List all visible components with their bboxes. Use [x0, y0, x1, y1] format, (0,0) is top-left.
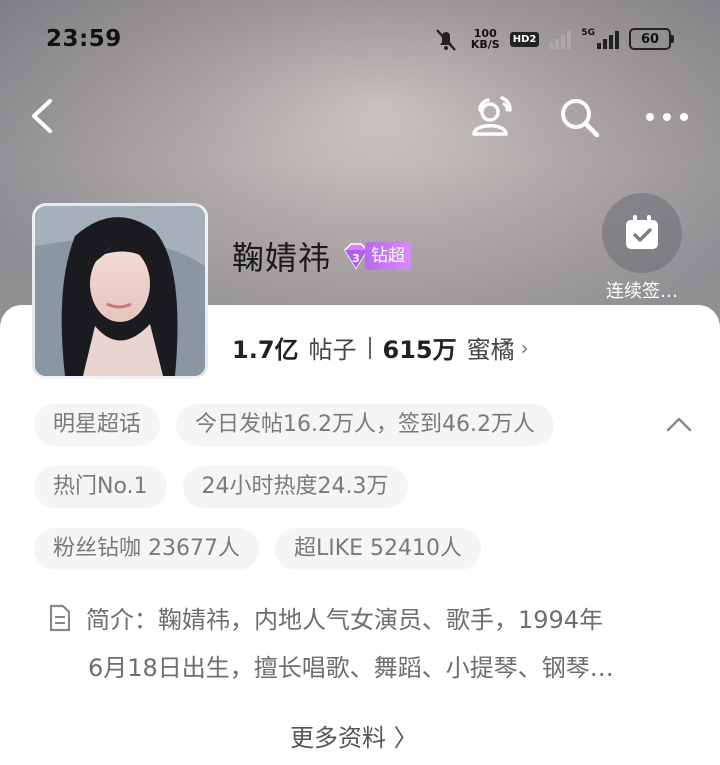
tag-chip[interactable]: 今日发帖16.2万人，签到46.2万人 — [176, 404, 554, 446]
avatar-portrait — [35, 206, 205, 376]
checkin-label: 连续签… — [606, 281, 678, 302]
topic-intro[interactable]: 简介：鞠婧祎，内地人气女演员、歌手，1994年 6月18日出生，擅长唱歌、舞蹈、… — [48, 596, 668, 692]
intro-line: 简介：鞠婧祎，内地人气女演员、歌手，1994年 — [48, 596, 668, 644]
tag-row: 粉丝钻咖 23677人 超LIKE 52410人 — [34, 528, 694, 570]
topic-name: 鞠婧祎 — [232, 239, 332, 277]
mute-bell-icon — [435, 29, 456, 51]
signal-sim2-icon — [597, 29, 619, 49]
status-bar: 23:59 100 KB/S HD2 5G 60 — [0, 20, 720, 64]
more-info-link[interactable]: 更多资料 〉 — [290, 718, 418, 753]
intro-text-line2: 6月18日出生，擅长唱歌、舞蹈、小提琴、钢琴… — [88, 654, 614, 682]
tag-row: 明星超话 今日发帖16.2万人，签到46.2万人 — [34, 404, 694, 446]
search-icon[interactable] — [556, 94, 602, 140]
tag-chip[interactable]: 24小时热度24.3万 — [182, 466, 408, 508]
net-speed: 100 KB/S — [471, 28, 500, 50]
avatar[interactable] — [32, 203, 208, 379]
status-time: 23:59 — [46, 26, 122, 52]
hd-badge: HD2 — [509, 31, 540, 47]
nav-bar — [0, 88, 720, 144]
calendar-check-icon — [626, 215, 658, 249]
topic-tags: 明星超话 今日发帖16.2万人，签到46.2万人 热门No.1 24小时热度24… — [34, 404, 694, 590]
title-row: 鞠婧祎 3 钻超 — [232, 233, 412, 279]
fans-count: 615万 — [382, 336, 457, 364]
more-horizontal-icon[interactable] — [642, 94, 692, 140]
checkin-button[interactable]: 连续签… — [598, 193, 686, 303]
intro-text-line1: 简介：鞠婧祎，内地人气女演员、歌手，1994年 — [86, 606, 604, 634]
battery-icon: 60 — [629, 28, 674, 50]
topic-stats[interactable]: 1.7亿 帖子 615万 蜜橘 › — [232, 330, 529, 365]
chevron-right-icon: › — [520, 335, 529, 360]
net-speed-unit: KB/S — [470, 38, 500, 51]
battery-level: 60 — [629, 28, 671, 50]
back-icon[interactable] — [24, 96, 64, 136]
chevron-up-icon[interactable] — [664, 410, 694, 440]
fans-label: 蜜橘 — [466, 336, 515, 364]
tag-chip[interactable]: 热门No.1 — [34, 466, 167, 508]
signal-sim1-icon — [549, 29, 572, 49]
user-group-icon[interactable] — [466, 92, 518, 140]
level-badge[interactable]: 3 钻超 — [343, 242, 412, 270]
document-icon — [49, 604, 71, 632]
badge-label: 钻超 — [365, 242, 412, 270]
network-type: 5G — [581, 28, 595, 38]
status-icons: 100 KB/S HD2 5G 60 — [431, 26, 674, 52]
posts-count: 1.7亿 — [232, 336, 299, 364]
checkin-circle — [602, 193, 682, 273]
tag-chip[interactable]: 明星超话 — [34, 404, 161, 446]
posts-label: 帖子 — [308, 336, 357, 364]
tag-chip[interactable]: 超LIKE 52410人 — [274, 528, 482, 570]
badge-level: 3 — [352, 252, 360, 265]
tag-row: 热门No.1 24小时热度24.3万 — [34, 466, 694, 508]
stats-divider — [368, 336, 371, 359]
tag-chip[interactable]: 粉丝钻咖 23677人 — [34, 528, 259, 570]
